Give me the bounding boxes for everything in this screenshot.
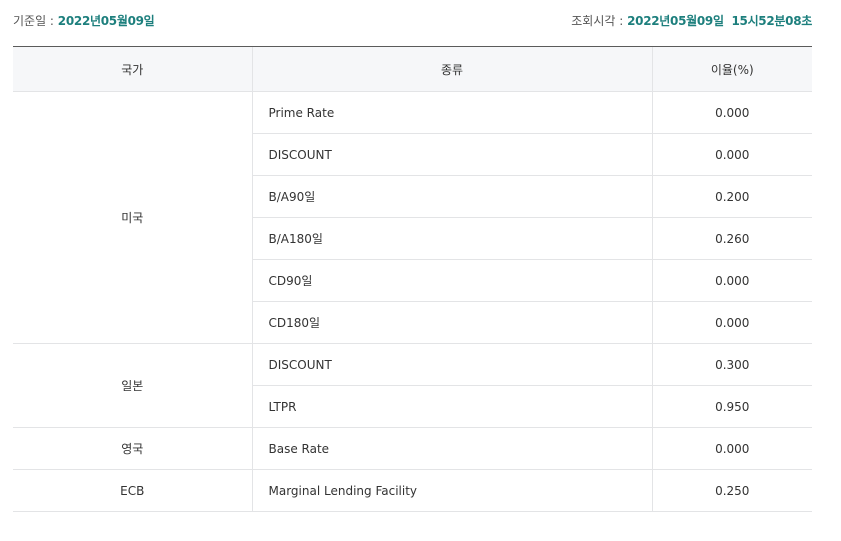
table-row: ECB Marginal Lending Facility 0.250 [13, 469, 812, 512]
country-cell: 미국 [13, 91, 252, 344]
rate-value-cell: 0.950 [651, 385, 812, 428]
rate-type-cell: Base Rate [251, 427, 652, 470]
rate-value-cell: 0.300 [651, 343, 812, 386]
rate-value-cell: 0.000 [651, 259, 812, 302]
table-header: 국가 종류 이율(%) [13, 46, 812, 92]
table-row: 영국 Base Rate 0.000 [13, 427, 812, 470]
header-type: 종류 [251, 46, 652, 92]
rate-type-cell: LTPR [251, 385, 652, 428]
rate-value-cell: 0.200 [651, 175, 812, 218]
rate-type-cell: DISCOUNT [251, 343, 652, 386]
country-cell: 영국 [13, 427, 252, 470]
query-time-value: 2022년05월09일 15시52분08초 [627, 14, 812, 28]
rate-type-cell: CD180일 [251, 301, 652, 344]
table-row: 미국 Prime Rate 0.000 [13, 91, 812, 344]
header-country: 국가 [13, 46, 252, 92]
rate-value-cell: 0.000 [651, 133, 812, 176]
base-date: 기준일 : 2022년05월09일 [13, 12, 155, 30]
rate-type-cell: CD90일 [251, 259, 652, 302]
base-date-value: 2022년05월09일 [57, 14, 155, 28]
country-cell: 일본 [13, 343, 252, 428]
rate-type-cell: B/A180일 [251, 217, 652, 260]
rate-value-cell: 0.250 [651, 469, 812, 512]
rate-value-cell: 0.000 [651, 427, 812, 470]
rate-type-cell: B/A90일 [251, 175, 652, 218]
country-cell: ECB [13, 469, 252, 512]
base-date-label: 기준일 : [13, 14, 58, 28]
info-bar: 기준일 : 2022년05월09일 조회시각 : 2022년05월09일 15시… [13, 12, 812, 30]
rate-value-cell: 0.260 [651, 217, 812, 260]
header-row: 국가 종류 이율(%) [13, 46, 812, 92]
rate-type-cell: Marginal Lending Facility [251, 469, 652, 512]
interest-rate-table: 국가 종류 이율(%) 미국 Prime Rate 0.000 DISCOUNT 0.0… [13, 46, 812, 512]
table-row: 일본 DISCOUNT 0.300 [13, 343, 812, 428]
rate-type-cell: Prime Rate [251, 91, 652, 134]
query-time: 조회시각 : 2022년05월09일 15시52분08초 [571, 12, 812, 30]
table-body: 미국 Prime Rate 0.000 DISCOUNT 0.000 B/A90일 0.20… [13, 91, 812, 512]
rate-value-cell: 0.000 [651, 91, 812, 134]
header-rate: 이율(%) [651, 46, 812, 92]
rate-type-cell: DISCOUNT [251, 133, 652, 176]
query-time-label: 조회시각 : [571, 14, 628, 28]
rate-value-cell: 0.000 [651, 301, 812, 344]
